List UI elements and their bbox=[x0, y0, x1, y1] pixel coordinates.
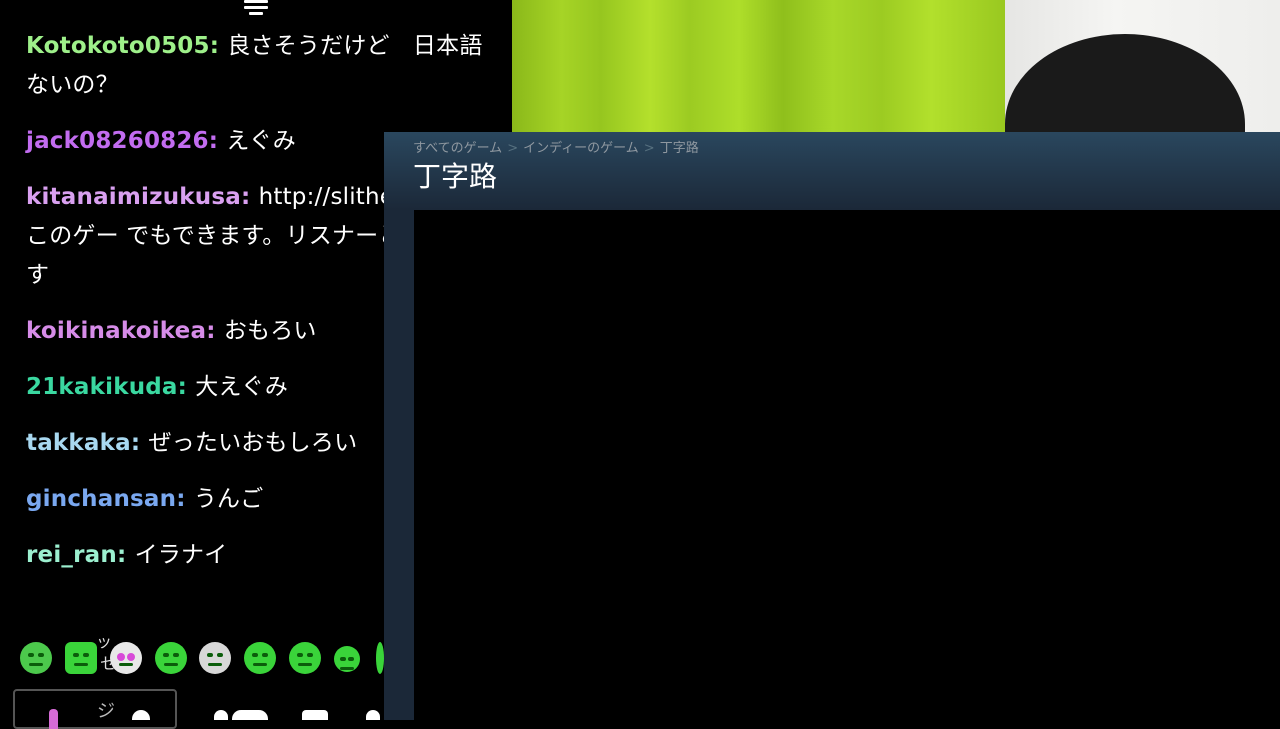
chat-colon: : bbox=[176, 486, 194, 512]
breadcrumb-all-games[interactable]: すべてのゲーム bbox=[413, 141, 502, 156]
chat-username[interactable]: Kotokoto0505 bbox=[26, 33, 210, 59]
chat-text: えぐみ bbox=[226, 128, 296, 154]
chat-send-icon[interactable] bbox=[366, 710, 380, 720]
chat-username[interactable]: takkaka bbox=[26, 430, 131, 456]
users-icon[interactable] bbox=[214, 710, 228, 720]
chat-text: 大えぐみ bbox=[195, 374, 289, 400]
users-group-icon[interactable] bbox=[232, 710, 268, 720]
happy-frog-emote-icon[interactable] bbox=[244, 642, 276, 674]
chat-scroll-handle-icon[interactable] bbox=[244, 0, 268, 20]
chat-text: イラナイ bbox=[134, 542, 228, 568]
chat-username[interactable]: jack08260826 bbox=[26, 128, 209, 154]
steam-store-page: すべてのゲーム > インディーのゲーム > 丁字路 丁字路 bbox=[384, 132, 1280, 720]
chat-username[interactable]: 21kakikuda bbox=[26, 374, 178, 400]
chat-message: Kotokoto0505: 良さそうだけど 日本語ないの？ bbox=[26, 27, 496, 105]
webcam-feed bbox=[512, 0, 1280, 132]
blank-frog-emote-icon[interactable] bbox=[289, 642, 321, 674]
chat-username[interactable]: koikinakoikea bbox=[26, 318, 206, 344]
chat-colon: : bbox=[208, 128, 227, 154]
chat-colon: : bbox=[240, 184, 259, 210]
chat-colon: : bbox=[206, 318, 224, 344]
settings-icon[interactable] bbox=[302, 710, 328, 720]
chat-username[interactable]: kitanaimizukusa bbox=[26, 184, 241, 210]
glasses-frog-emote-icon[interactable] bbox=[110, 642, 142, 674]
stray-char: ッ bbox=[96, 632, 113, 651]
chat-text: うんご bbox=[193, 486, 264, 512]
headphone-frog-emote-icon[interactable] bbox=[199, 642, 231, 674]
halo-frog-emote-icon[interactable] bbox=[20, 642, 52, 674]
game-media-player[interactable] bbox=[414, 210, 1280, 720]
angry-frog-emote-icon[interactable] bbox=[65, 642, 97, 674]
laugh-frog-emote-icon[interactable] bbox=[334, 646, 360, 672]
chat-text: ぜったいおもしろい bbox=[148, 430, 358, 456]
smile-frog-emote-icon[interactable] bbox=[155, 642, 187, 674]
chat-colon: : bbox=[209, 33, 228, 59]
breadcrumb-current-game[interactable]: 丁字路 bbox=[660, 141, 699, 156]
emote-bar: ッ セ bbox=[18, 632, 398, 680]
chat-toolbar bbox=[0, 700, 400, 720]
chat-username[interactable]: rei_ran bbox=[26, 542, 117, 568]
breadcrumb: すべてのゲーム > インディーのゲーム > 丁字路 bbox=[413, 137, 699, 156]
breadcrumb-indie-games[interactable]: インディーのゲーム bbox=[523, 141, 639, 156]
breadcrumb-sep: > bbox=[643, 141, 655, 156]
chat-colon: : bbox=[116, 542, 135, 568]
chat-colon: : bbox=[130, 430, 149, 456]
emote-picker-icon[interactable] bbox=[132, 710, 150, 720]
chat-colon: : bbox=[177, 374, 196, 400]
chat-username[interactable]: ginchansan bbox=[26, 486, 176, 512]
page-title: 丁字路 bbox=[413, 160, 498, 193]
cutoff-frog-emote-icon[interactable] bbox=[376, 642, 384, 674]
curtain-background bbox=[512, 0, 1005, 132]
breadcrumb-sep: > bbox=[507, 141, 519, 156]
chat-text: おもろい bbox=[223, 318, 317, 344]
